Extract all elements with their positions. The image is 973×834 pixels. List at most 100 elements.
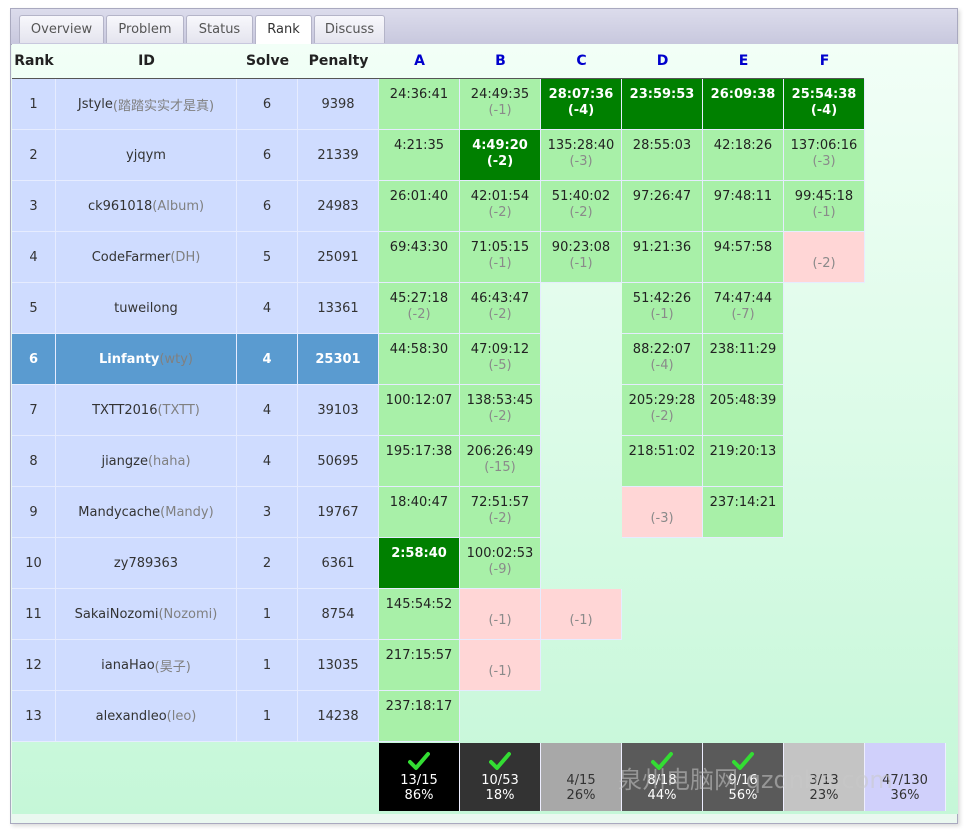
problem-cell-b: (-1) (460, 589, 541, 640)
accept-time: 72:51:57 (470, 495, 530, 510)
user-id[interactable]: TXTT2016 (92, 403, 157, 418)
user-id[interactable]: jiangze (101, 454, 148, 469)
accept-time: 237:14:21 (709, 495, 777, 510)
problem-cell-a: 26:01:40 (379, 181, 460, 232)
check-icon (622, 751, 702, 773)
row-penalty-cell: 13361 (298, 283, 379, 334)
accept-time: 46:43:47 (470, 291, 530, 306)
tab-status[interactable]: Status (186, 15, 253, 43)
accept-time: 4:21:35 (393, 138, 445, 153)
accept-time: 205:29:28 (628, 393, 696, 408)
tab-problem[interactable]: Problem (106, 15, 184, 43)
problem-cell-e: 94:57:58 (703, 232, 784, 283)
row-id-cell: Linfanty (wty) (56, 334, 237, 385)
accept-time: 47:09:12 (470, 342, 530, 357)
user-id[interactable]: alexandleo (96, 709, 167, 724)
problem-cell-c: 28:07:36 (-4) (541, 79, 622, 130)
row-solve-cell: 4 (237, 334, 298, 385)
user-id[interactable]: yjqym (126, 148, 166, 163)
row-id-cell: Mandycache (Mandy) (56, 487, 237, 538)
accept-time: 23:59:53 (629, 87, 695, 102)
row-id-cell: SakaiNozomi (Nozomi) (56, 589, 237, 640)
accept-time: 205:48:39 (709, 393, 777, 408)
accept-time: 25:54:38 (791, 87, 857, 102)
row-penalty-cell: 50695 (298, 436, 379, 487)
problem-cell-a: 45:27:18 (-2) (379, 283, 460, 334)
row-solve-cell: 5 (237, 232, 298, 283)
user-id[interactable]: SakaiNozomi (75, 607, 159, 622)
header-problem-a[interactable]: A (379, 44, 460, 78)
problem-cell-e: 42:18:26 (703, 130, 784, 181)
wrong-attempts: (-4) (650, 358, 674, 373)
check-icon (379, 751, 459, 773)
stats-count: 9/16 (728, 773, 758, 788)
tab-rank[interactable]: Rank (255, 15, 312, 45)
header-solve: Solve (245, 53, 290, 69)
problem-cell-d: 23:59:53 (622, 79, 703, 130)
stats-cell-a: 13/15 86% (379, 743, 460, 811)
row-rank-cell: 1 (12, 79, 56, 130)
problem-cell-b: 42:01:54 (-2) (460, 181, 541, 232)
user-id[interactable]: ianaHao (101, 658, 154, 673)
row-penalty-cell: 19767 (298, 487, 379, 538)
user-id[interactable]: Linfanty (99, 352, 159, 367)
wrong-attempts: (-4) (810, 103, 838, 118)
user-nickname: (Mandy) (160, 504, 214, 520)
wrong-attempts: (-2) (488, 205, 512, 220)
user-nickname: (踏踏实实才是真) (112, 98, 215, 114)
stats-count: 13/15 (400, 773, 438, 788)
user-id[interactable]: zy789363 (114, 556, 178, 571)
user-id[interactable]: Mandycache (78, 505, 160, 520)
row-solve-cell: 4 (237, 385, 298, 436)
problem-cell-b: 138:53:45 (-2) (460, 385, 541, 436)
stats-percent: 44% (647, 788, 677, 803)
problem-cell-b: 71:05:15 (-1) (460, 232, 541, 283)
header-problem-d[interactable]: D (622, 44, 703, 78)
tab-discuss[interactable]: Discuss (314, 15, 385, 43)
problem-cell-a: 24:36:41 (379, 79, 460, 130)
wrong-attempts: (-2) (488, 307, 512, 322)
stats-count: 47/130 (882, 773, 928, 788)
row-solve-cell: 4 (237, 283, 298, 334)
stats-count: 3/13 (809, 773, 839, 788)
row-rank-cell: 12 (12, 640, 56, 691)
row-id-cell: alexandleo (leo) (56, 691, 237, 742)
row-solve-cell: 6 (237, 181, 298, 232)
problem-cell-d: 28:55:03 (622, 130, 703, 181)
header-problem-c[interactable]: C (541, 44, 622, 78)
user-id[interactable]: Jstyle (78, 97, 113, 112)
header-problem-f[interactable]: F (784, 44, 865, 78)
user-id[interactable]: ck961018 (88, 199, 152, 214)
problem-cell-f: 25:54:38 (-4) (784, 79, 865, 130)
stats-percent: 36% (890, 788, 920, 803)
problem-cell-a: 100:12:07 (379, 385, 460, 436)
row-rank-cell: 5 (12, 283, 56, 334)
wrong-attempts: (-3) (812, 154, 836, 169)
user-nickname: (wty) (159, 351, 193, 367)
row-id-cell: Jstyle (踏踏实实才是真) (56, 79, 237, 130)
row-rank-cell: 9 (12, 487, 56, 538)
check-icon (460, 751, 540, 773)
user-id[interactable]: CodeFarmer (92, 250, 171, 265)
user-id[interactable]: tuweilong (114, 301, 178, 316)
row-penalty-cell: 6361 (298, 538, 379, 589)
accept-time: 100:02:53 (466, 546, 534, 561)
header-problem-e[interactable]: E (703, 44, 784, 78)
header-problem-b[interactable]: B (460, 44, 541, 78)
accept-time: 138:53:45 (466, 393, 534, 408)
problem-cell-b: 100:02:53 (-9) (460, 538, 541, 589)
accept-time: 237:18:17 (385, 699, 453, 714)
row-penalty-cell: 14238 (298, 691, 379, 742)
accept-time: 91:21:36 (632, 240, 692, 255)
wrong-attempts: (-3) (650, 511, 674, 526)
tab-bar: Overview Problem Status Rank Discuss (11, 9, 957, 45)
accept-time: 238:11:29 (709, 342, 777, 357)
accept-time: 44:58:30 (389, 342, 449, 357)
wrong-attempts: (-15) (484, 460, 516, 475)
wrong-attempts: (-2) (650, 409, 674, 424)
wrong-attempts: (-2) (486, 154, 514, 169)
wrong-attempts: (-2) (569, 205, 593, 220)
tab-overview[interactable]: Overview (19, 15, 104, 43)
stats-cell-total: 47/130 36% (865, 743, 946, 811)
problem-cell-b: 47:09:12 (-5) (460, 334, 541, 385)
